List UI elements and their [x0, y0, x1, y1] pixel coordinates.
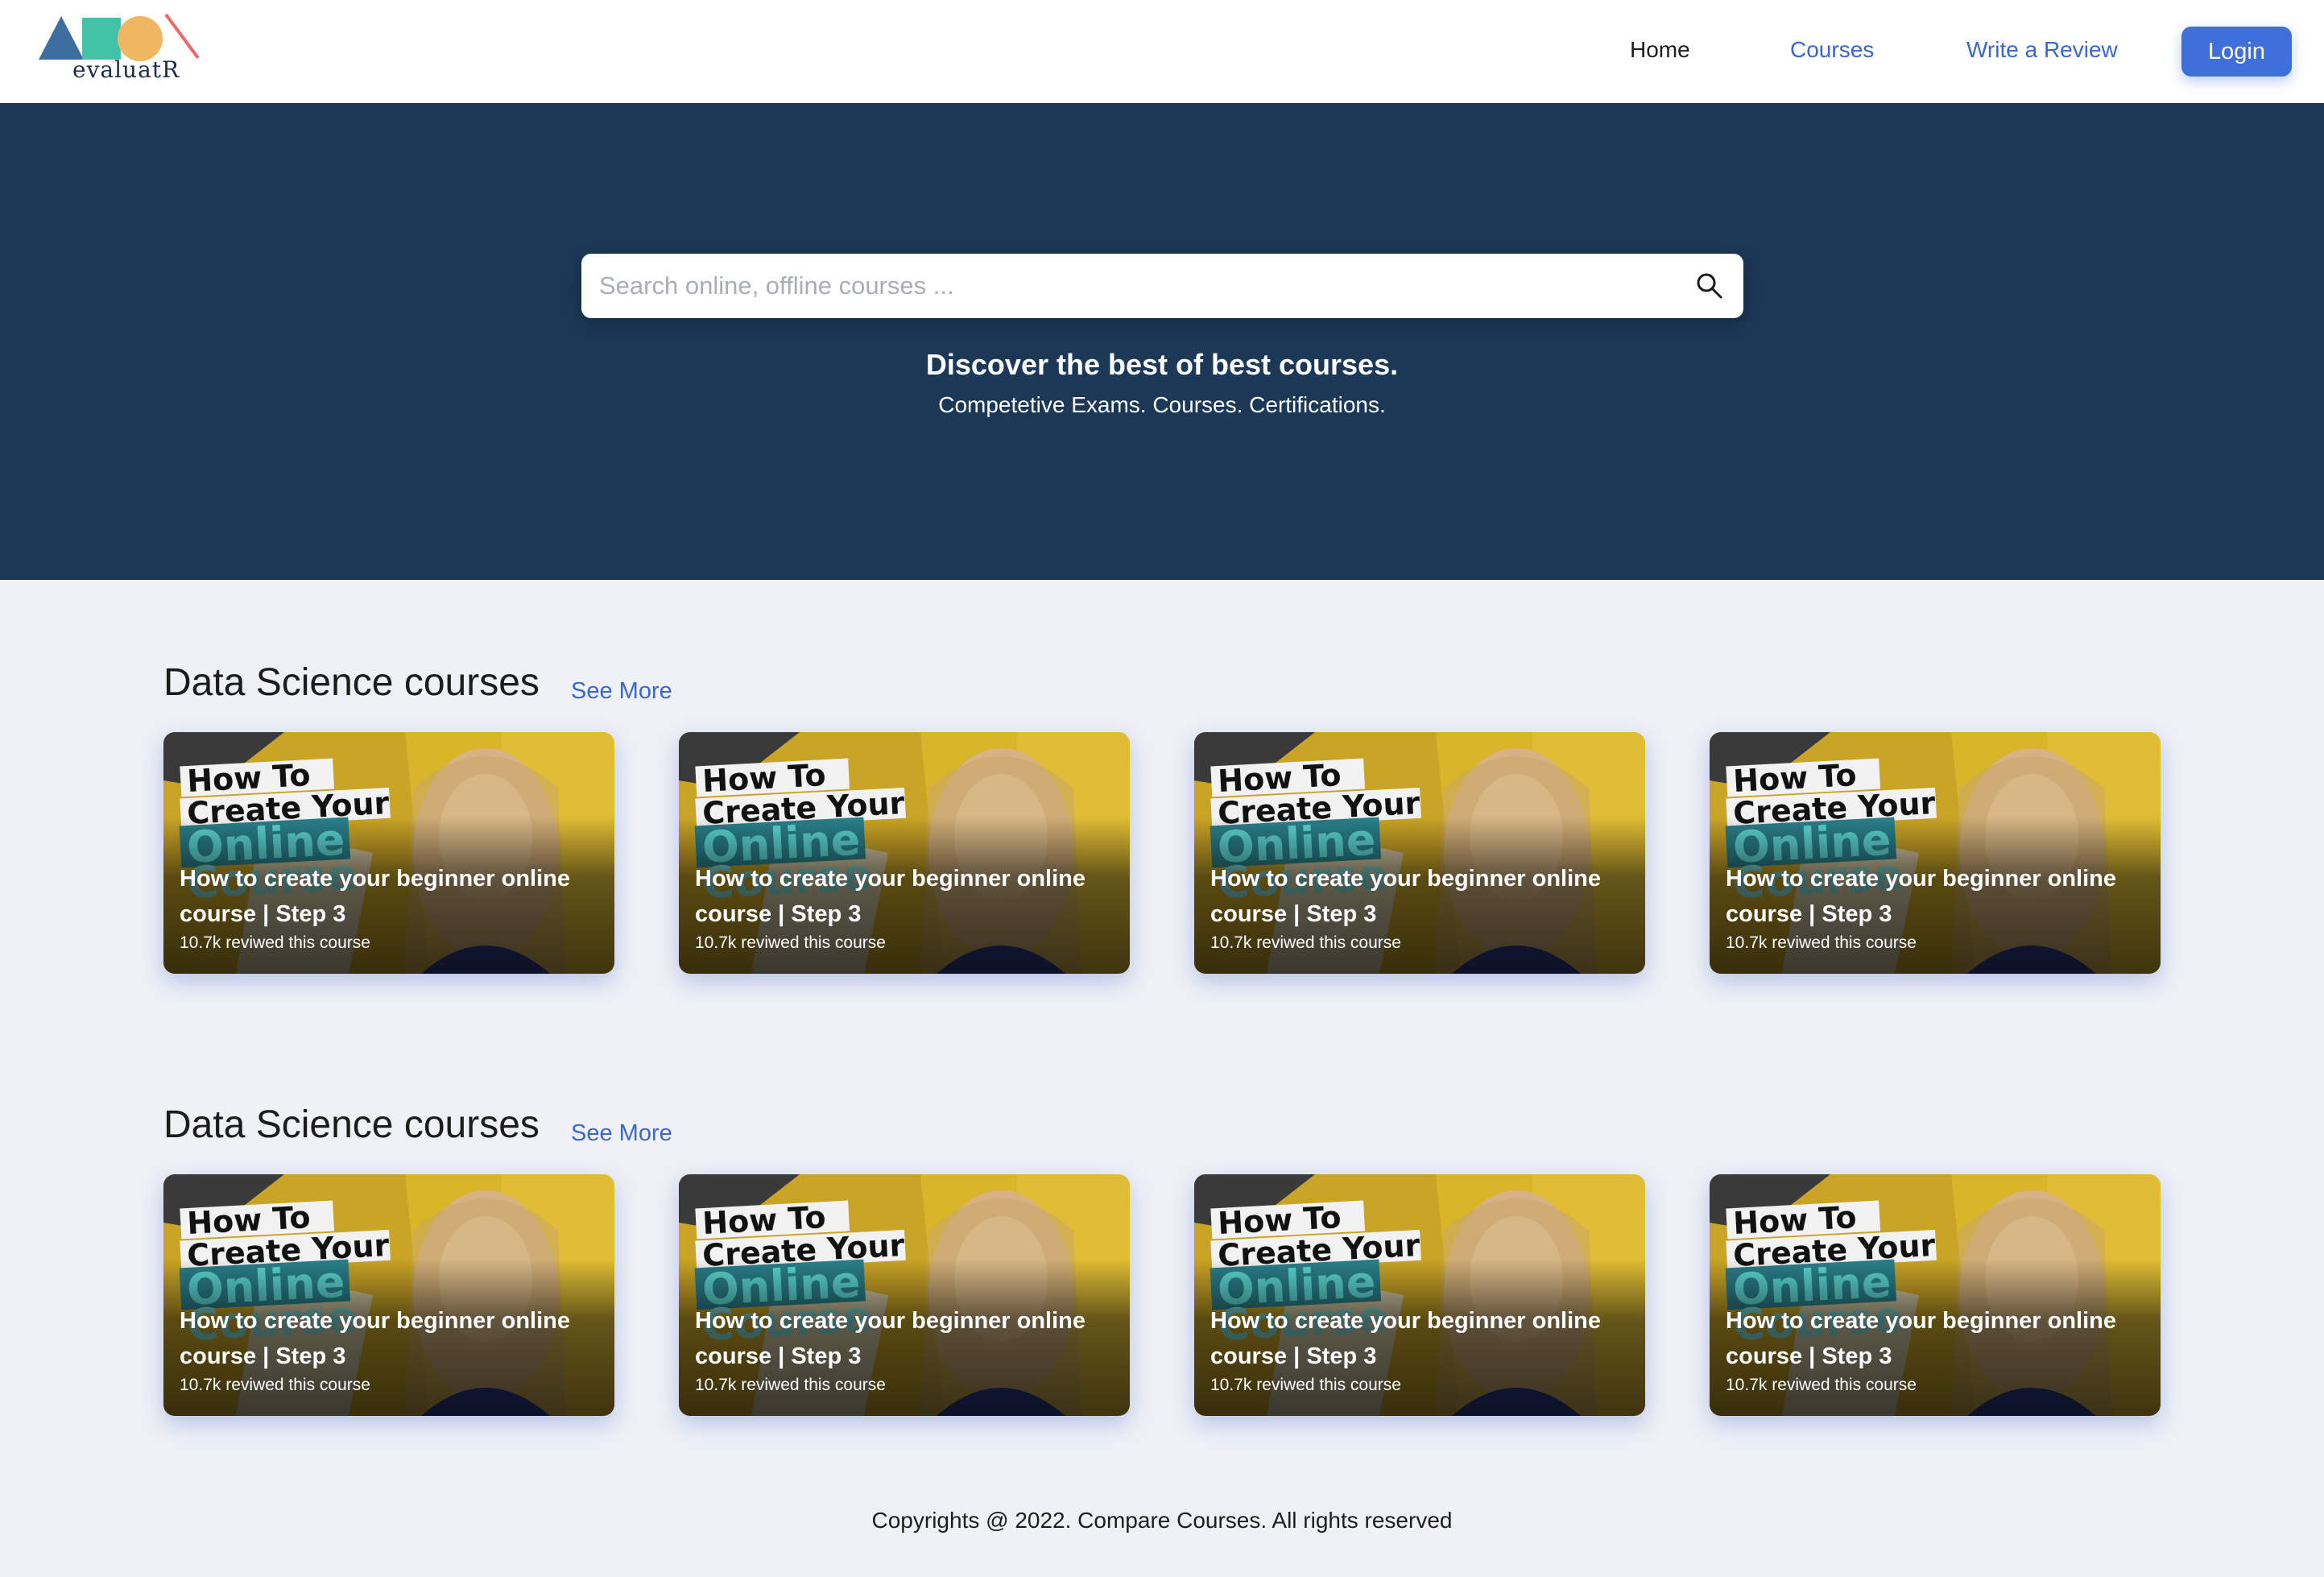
review-count: 10.7k reviwed this course [695, 933, 886, 952]
nav-write-review-link[interactable]: Write a Review [1966, 37, 2118, 63]
top-navbar: evaluatR Home Courses Write a Review Log… [0, 0, 2324, 103]
course-title: How to create your beginner online cours… [1726, 1308, 2117, 1369]
course-card[interactable]: How ToCreate YourOnlineCourse How to cre… [163, 732, 614, 974]
footer-copyright: Copyrights @ 2022. Compare Courses. All … [871, 1508, 1453, 1533]
login-button[interactable]: Login [2181, 27, 2292, 77]
course-card[interactable]: How ToCreate YourOnlineCourse How to cre… [679, 1174, 1130, 1416]
hero-subtitle: Competetive Exams. Courses. Certificatio… [938, 392, 1386, 417]
review-count: 10.7k reviwed this course [695, 1376, 886, 1394]
review-count: 10.7k reviwed this course [1210, 1376, 1401, 1394]
evaluatr-logo[interactable]: evaluatR [37, 11, 206, 89]
course-card[interactable]: How ToCreate YourOnlineCourse How to cre… [679, 732, 1130, 974]
nav-home-link[interactable]: Home [1630, 37, 1690, 63]
section-title: Data Science courses [163, 1103, 540, 1146]
section-title: Data Science courses [163, 661, 540, 704]
course-title: How to create your beginner online cours… [695, 1308, 1086, 1369]
course-card[interactable]: How ToCreate YourOnlineCourse How to cre… [1710, 732, 2161, 974]
search-box [581, 254, 1743, 318]
course-title: How to create your beginner online cours… [1726, 866, 2117, 927]
see-more-link[interactable]: See More [571, 678, 672, 705]
course-card[interactable]: How ToCreate YourOnlineCourse How to cre… [1194, 732, 1645, 974]
review-count: 10.7k reviwed this course [180, 933, 370, 952]
course-title: How to create your beginner online cours… [695, 866, 1086, 927]
see-more-link[interactable]: See More [571, 1120, 672, 1147]
course-card[interactable]: How ToCreate YourOnlineCourse How to cre… [1194, 1174, 1645, 1416]
review-count: 10.7k reviwed this course [1726, 933, 1917, 952]
review-count: 10.7k reviwed this course [180, 1376, 370, 1394]
review-count: 10.7k reviwed this course [1210, 933, 1401, 952]
nav-courses-link[interactable]: Courses [1790, 37, 1874, 63]
course-title: How to create your beginner online cours… [180, 1308, 571, 1369]
course-card[interactable]: How ToCreate YourOnlineCourse How to cre… [1710, 1174, 2161, 1416]
course-card[interactable]: How ToCreate YourOnlineCourse How to cre… [163, 1174, 614, 1416]
review-count: 10.7k reviwed this course [1726, 1376, 1917, 1394]
search-input[interactable] [599, 254, 1662, 318]
hero-title: Discover the best of best courses. [925, 348, 1399, 381]
logo-text: evaluatR [72, 56, 180, 83]
hero-banner [0, 103, 2324, 580]
course-title: How to create your beginner online cours… [1210, 1308, 1602, 1369]
course-title: How to create your beginner online cours… [180, 866, 571, 927]
search-icon[interactable] [1696, 272, 1723, 300]
course-title: How to create your beginner online cours… [1210, 866, 1602, 927]
